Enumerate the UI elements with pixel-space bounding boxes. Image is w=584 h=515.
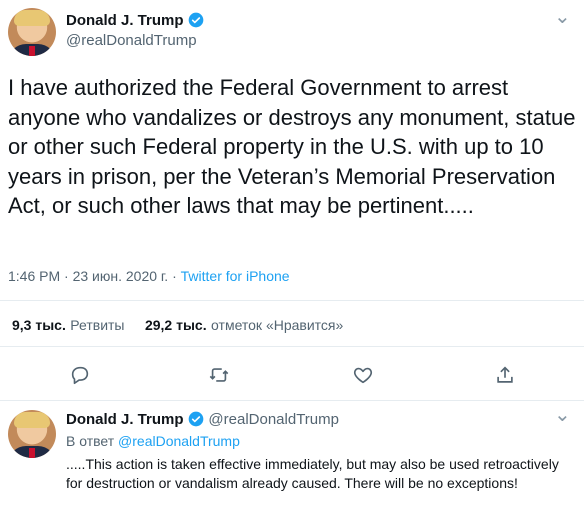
reply-author-info: Donald J. Trump @realDonaldTrump <box>66 411 339 429</box>
tweet-text: I have authorized the Federal Government… <box>8 75 576 218</box>
reply-author-avatar[interactable] <box>8 410 56 458</box>
more-icon[interactable]: ⌄ <box>554 4 572 29</box>
divider <box>0 346 584 347</box>
divider <box>0 300 584 301</box>
like-icon <box>353 367 373 384</box>
share-button[interactable] <box>494 364 516 391</box>
likes-count: 29,2 тыс. <box>144 317 207 333</box>
author-avatar[interactable] <box>8 8 56 56</box>
tweet-source-link[interactable]: Twitter for iPhone <box>181 268 290 284</box>
stats-row: 9,3 тыс. Ретвиты 29,2 тыс. отметок «Нрав… <box>12 317 343 335</box>
like-button[interactable] <box>352 364 374 391</box>
share-icon <box>497 366 513 383</box>
reply-prefix: В ответ <box>66 433 119 449</box>
retweets-count: 9,3 тыс. <box>12 317 66 333</box>
verified-icon <box>188 411 204 427</box>
retweet-button[interactable] <box>208 364 230 391</box>
reply-to-line: В ответ @realDonaldTrump <box>66 433 240 449</box>
reply-icon <box>71 366 89 385</box>
retweets-stat[interactable]: 9,3 тыс. Ретвиты <box>12 317 129 334</box>
verified-icon <box>188 12 204 28</box>
reply-author-name[interactable]: Donald J. Trump <box>66 411 184 428</box>
author-handle[interactable]: @realDonaldTrump <box>66 32 204 49</box>
author-info: Donald J. Trump @realDonaldTrump <box>66 12 204 49</box>
reply-text: .....This action is taken effective imme… <box>66 456 559 491</box>
reply-button[interactable] <box>69 364 91 391</box>
retweets-label: Ретвиты <box>70 317 125 333</box>
tweet-time[interactable]: 1:46 PM · 23 июн. 2020 г. · <box>8 268 181 284</box>
author-name[interactable]: Donald J. Trump <box>66 12 184 29</box>
more-icon[interactable]: ⌄ <box>554 402 572 427</box>
tweet-meta: 1:46 PM · 23 июн. 2020 г. · Twitter for … <box>8 268 290 284</box>
likes-label: отметок «Нравится» <box>211 317 344 333</box>
divider <box>0 400 584 401</box>
reply-to-handle[interactable]: @realDonaldTrump <box>118 433 240 449</box>
reply-author-handle[interactable]: @realDonaldTrump <box>208 411 339 428</box>
retweet-icon <box>209 368 229 382</box>
likes-stat[interactable]: 29,2 тыс. отметок «Нравится» <box>145 317 343 334</box>
